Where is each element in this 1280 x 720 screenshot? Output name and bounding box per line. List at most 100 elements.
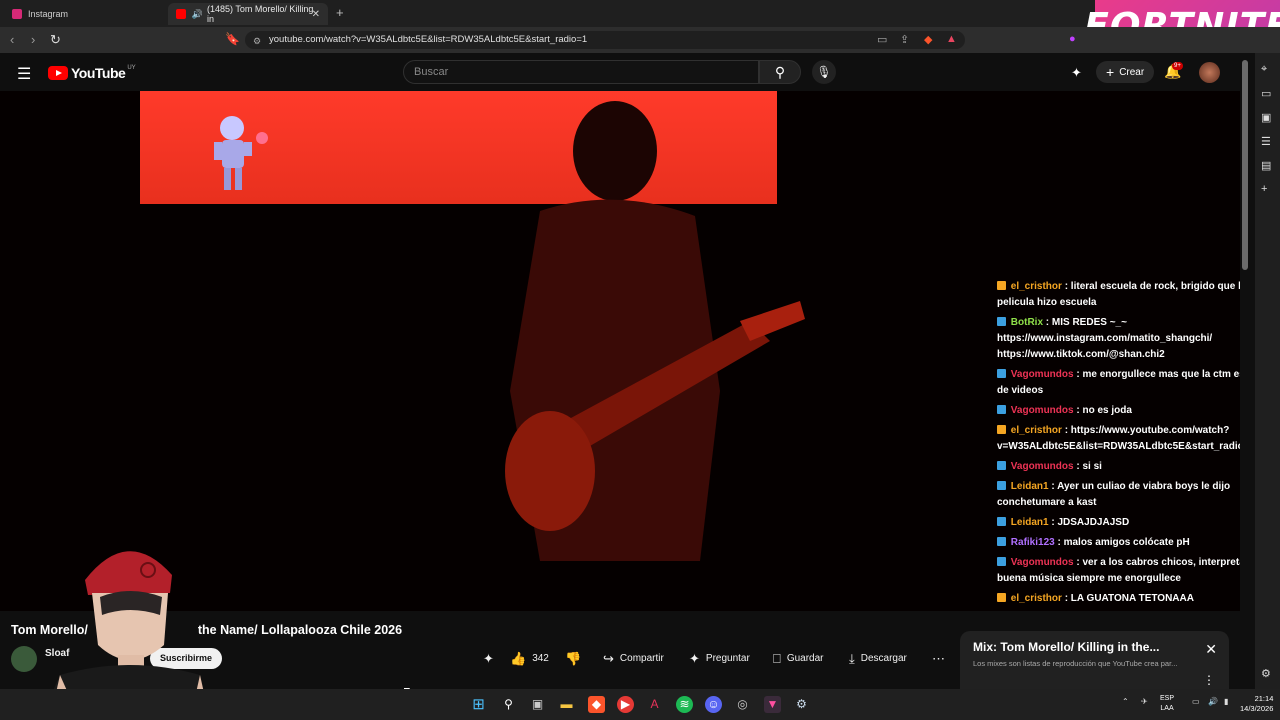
sparkle-icon: ✦ [483, 650, 494, 666]
chat-user: el_cristhor [1010, 593, 1062, 604]
badge-icon [997, 517, 1006, 526]
browser-side-panel: ⌖ ▭ ▣ ☰ ▤ + ⚙ [1255, 53, 1280, 689]
ask-label: Preguntar [705, 653, 750, 664]
tab-label: Instagram [28, 9, 69, 19]
save-button[interactable]: ⎕ Guardar [773, 648, 824, 669]
site-info-icon[interactable]: ⚙ [253, 35, 261, 47]
reading-list-icon[interactable]: ▤ [1261, 159, 1271, 172]
premium-button[interactable]: ✦ [483, 648, 500, 669]
reader-icon[interactable]: ▭ [1261, 87, 1271, 100]
plus-icon: + [1106, 64, 1115, 80]
youtube-header: ☰ YouTube UY Buscar ⚲ 🎙 ✦ + Crear 🔔 9+ [0, 53, 1240, 91]
volume-tray-icon[interactable]: 🔊 [1208, 697, 1218, 706]
tray-overflow-icon[interactable]: ⌃ [1122, 697, 1129, 706]
clock-time: 21:14 [1254, 694, 1274, 703]
tab-youtube[interactable]: 🔊 (1485) Tom Morello/ Killing in ✕ [168, 3, 328, 25]
youtube-logo[interactable]: YouTube UY [48, 65, 136, 81]
url-text: youtube.com/watch?v=W35ALdbtc5E&list=RDW… [269, 34, 588, 45]
tab-instagram[interactable]: Instagram [4, 3, 164, 25]
obs-icon[interactable]: ◎ [734, 696, 751, 713]
chat-message: el_cristhor : LA GUATONA TETONAAA [997, 591, 1240, 607]
search-icon[interactable]: ⚲ [500, 696, 517, 713]
bookmarks-icon[interactable]: ☰ [1261, 135, 1271, 148]
badge-icon [997, 461, 1006, 470]
file-explorer-icon[interactable]: ▬ [558, 696, 575, 713]
lang-top: ESP [1160, 695, 1175, 702]
notification-badge: 9+ [1172, 62, 1183, 70]
more-actions-button[interactable]: ⋯ [932, 648, 951, 669]
video-title-right: the Name/ Lollapalooza Chile 2026 [197, 623, 403, 637]
spotify-icon[interactable]: ≋ [676, 696, 693, 713]
youtube-wordmark: YouTube [71, 65, 126, 81]
back-icon[interactable]: ‹ [10, 32, 14, 47]
add-panel-icon[interactable]: + [1261, 183, 1267, 195]
search-icon: ⚲ [774, 64, 786, 80]
adobe-icon[interactable]: A [646, 696, 663, 713]
task-view-icon[interactable]: ▣ [529, 696, 546, 713]
bookmark-icon: ⎕ [773, 650, 781, 666]
brave-shield-icon[interactable]: ◆ [924, 33, 932, 46]
share-icon[interactable]: ⇪ [900, 33, 909, 46]
user-avatar[interactable] [1199, 62, 1220, 83]
rewards-icon[interactable]: ▲ [946, 33, 957, 45]
close-icon[interactable]: ✕ [312, 9, 320, 20]
create-button[interactable]: + Crear [1096, 61, 1155, 83]
thumbs-up-icon: 👍 [510, 650, 527, 666]
settings-gear-icon[interactable]: ⚙ [1261, 667, 1271, 680]
like-count: 342 [532, 653, 549, 664]
windows-start-icon[interactable]: ⊞ [470, 696, 487, 713]
media-player-icon[interactable]: ▶ [617, 696, 634, 713]
chat-user: BotRix [1010, 317, 1044, 328]
chat-message: Vagomundos : no es joda [997, 403, 1240, 419]
bookmark-icon[interactable]: 🔖 [225, 32, 240, 46]
speaker-icon: 🔊 [191, 8, 203, 19]
premium-star-icon[interactable]: ✦ [1071, 65, 1082, 81]
download-icon: ⤓ [849, 650, 855, 666]
voice-search-button[interactable]: 🎙 [812, 60, 836, 84]
menu-icon[interactable]: ☰ [17, 64, 31, 84]
brave-browser-icon[interactable]: ◆ [588, 696, 605, 713]
page-scrollbar[interactable] [1242, 60, 1248, 270]
mix-title: Mix: Tom Morello/ Killing in the... [973, 640, 1160, 654]
language-indicator[interactable]: ESP LAA [1160, 694, 1174, 714]
url-field[interactable]: ⚙ youtube.com/watch?v=W35ALdbtc5E&list=R… [245, 31, 965, 49]
wallet-icon[interactable]: ▣ [1261, 111, 1271, 124]
forward-icon[interactable]: › [31, 32, 35, 47]
share-button[interactable]: ↪ Compartir [603, 648, 664, 669]
youtube-play-icon [48, 66, 68, 80]
system-clock[interactable]: 21:14 14/3/2026 [1240, 694, 1273, 714]
ask-button[interactable]: ✦ Preguntar [689, 648, 750, 669]
chat-message: Vagomundos : si si [997, 459, 1240, 475]
download-button[interactable]: ⤓ Descargar [849, 648, 907, 669]
badge-icon [997, 317, 1006, 326]
steam-icon[interactable]: ⚙ [793, 696, 810, 713]
monitor-tray-icon[interactable]: ▭ [1192, 697, 1200, 706]
battery-tray-icon[interactable]: ▮ [1224, 697, 1228, 706]
save-label: Guardar [786, 653, 824, 664]
new-tab-button[interactable]: + [336, 5, 344, 20]
like-button[interactable]: 👍 342 [510, 648, 549, 669]
extension-icon[interactable]: ● [1069, 33, 1076, 45]
pin-icon[interactable]: ⌖ [1261, 63, 1267, 76]
network-tray-icon[interactable]: ✈ [1141, 697, 1148, 706]
chat-message: Leidan1 : JDSAJDJAJSD [997, 515, 1240, 531]
chat-user: Leidan1 [1010, 517, 1049, 528]
chat-user: Leidan1 [1010, 481, 1049, 492]
streaming-app-icon[interactable]: ▼ [764, 696, 781, 713]
dislike-button[interactable]: 👎 [565, 648, 587, 669]
reload-icon[interactable]: ↻ [50, 32, 61, 48]
channel-avatar[interactable] [11, 646, 37, 672]
discord-icon[interactable]: ☺ [705, 696, 722, 713]
chat-text: : LA GUATONA TETONAAA [1064, 593, 1194, 604]
download-label: Descargar [860, 653, 907, 664]
search-input[interactable]: Buscar [403, 60, 759, 84]
chat-text: : malos amigos colócate pH [1057, 537, 1190, 548]
chat-user: el_cristhor [1010, 281, 1062, 292]
mix-subtitle: Los mixes son listas de reproducción que… [973, 659, 1178, 668]
more-vert-icon[interactable]: ⋮ [1203, 673, 1215, 687]
search-button[interactable]: ⚲ [759, 60, 801, 84]
badge-icon [997, 281, 1006, 290]
cast-icon[interactable]: ▭ [877, 33, 887, 46]
mix-playlist-panel[interactable]: Mix: Tom Morello/ Killing in the... Los … [960, 631, 1229, 690]
close-icon[interactable]: ✕ [1205, 641, 1217, 658]
